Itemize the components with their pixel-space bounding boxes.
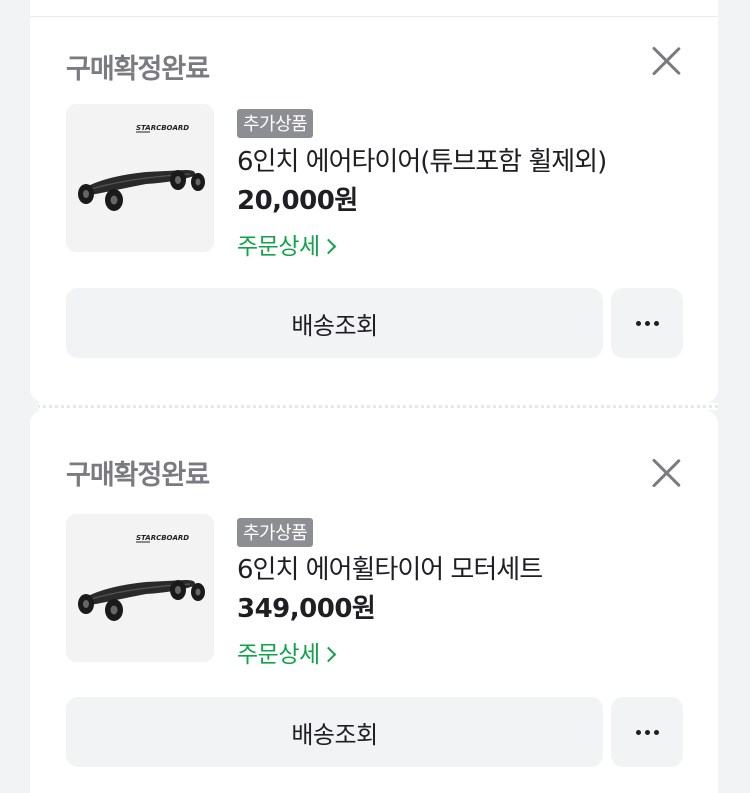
order-detail-link[interactable]: 주문상세 xyxy=(237,635,336,669)
brand-logo: STARCBOARD xyxy=(136,124,189,132)
order-card: 구매확정완료 STARCBOARD 추가상품 6인치 에어타이어(튜브포함 휠제… xyxy=(30,17,718,403)
more-dot xyxy=(644,729,650,735)
product-name[interactable]: 6인치 에어휠타이어 모터세트 xyxy=(237,549,543,586)
card-divider xyxy=(21,397,718,415)
more-dot xyxy=(653,320,659,326)
product-thumbnail[interactable]: STARCBOARD xyxy=(66,514,214,662)
more-dot xyxy=(644,320,650,326)
track-delivery-button[interactable]: 배송조회 xyxy=(66,288,603,358)
order-detail-link[interactable]: 주문상세 xyxy=(237,227,336,261)
order-status: 구매확정완료 xyxy=(66,54,210,85)
order-card: 구매확정완료 STARCBOARD 추가상품 6인치 에어휠타이어 모터세트 3… xyxy=(30,410,718,793)
order-detail-label: 주문상세 xyxy=(237,234,320,260)
skateboard-image: STARCBOARD xyxy=(78,534,205,621)
more-options-button[interactable] xyxy=(611,288,683,358)
close-icon[interactable] xyxy=(650,45,682,77)
more-options-button[interactable] xyxy=(611,697,683,767)
skateboard-image: STARCBOARD xyxy=(78,124,205,211)
more-dot xyxy=(653,729,659,735)
chevron-right-icon xyxy=(320,646,336,663)
chevron-right-icon xyxy=(320,238,336,255)
more-horizontal-icon xyxy=(635,320,641,326)
more-horizontal-icon xyxy=(635,729,641,735)
product-thumbnail[interactable]: STARCBOARD xyxy=(66,104,214,252)
additional-item-badge: 추가상품 xyxy=(237,109,314,138)
order-status: 구매확정완료 xyxy=(66,460,210,491)
previous-card-edge xyxy=(30,0,718,17)
order-detail-label: 주문상세 xyxy=(237,642,320,668)
product-price: 349,000원 xyxy=(237,594,376,624)
product-name[interactable]: 6인치 에어타이어(튜브포함 휠제외) xyxy=(237,141,607,178)
additional-item-badge: 추가상품 xyxy=(237,518,314,547)
track-delivery-button[interactable]: 배송조회 xyxy=(66,697,603,767)
brand-logo: STARCBOARD xyxy=(136,534,189,542)
close-icon[interactable] xyxy=(650,457,682,489)
product-price: 20,000원 xyxy=(237,186,358,216)
